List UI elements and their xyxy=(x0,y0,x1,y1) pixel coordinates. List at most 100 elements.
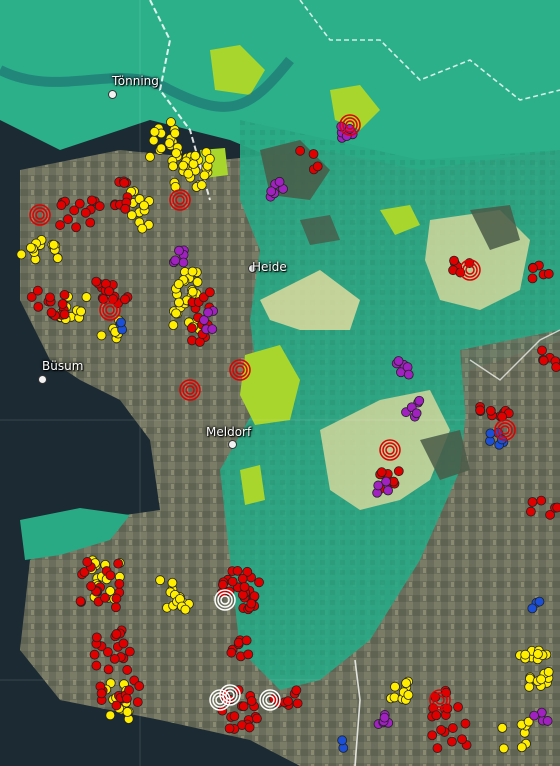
red-marker[interactable] xyxy=(45,292,55,303)
red-marker[interactable] xyxy=(80,207,91,218)
red-marker[interactable] xyxy=(120,294,130,305)
yellow-marker[interactable] xyxy=(52,253,63,264)
red-marker[interactable] xyxy=(132,697,143,708)
yellow-marker[interactable] xyxy=(190,150,201,161)
purple-marker[interactable] xyxy=(170,255,181,266)
yellow-marker[interactable] xyxy=(76,306,86,317)
map-view[interactable]: Tönning Heide Büsum Meldorf xyxy=(0,0,560,766)
red-marker[interactable] xyxy=(252,713,262,724)
red-marker[interactable] xyxy=(122,693,132,704)
red-marker[interactable] xyxy=(55,220,65,230)
yellow-marker[interactable] xyxy=(167,577,178,588)
yellow-marker[interactable] xyxy=(122,707,133,717)
red-marker[interactable] xyxy=(187,335,197,346)
red-marker[interactable] xyxy=(91,276,102,287)
red-marker[interactable] xyxy=(237,573,248,584)
yellow-marker[interactable] xyxy=(204,153,215,164)
yellow-marker[interactable] xyxy=(533,649,543,659)
red-marker[interactable] xyxy=(239,581,250,592)
yellow-marker[interactable] xyxy=(156,143,167,154)
red-marker[interactable] xyxy=(543,268,554,279)
red-marker[interactable] xyxy=(218,579,228,590)
red-marker[interactable] xyxy=(475,405,485,416)
red-marker[interactable] xyxy=(527,273,538,284)
red-marker[interactable] xyxy=(111,602,121,613)
blue-marker[interactable] xyxy=(116,317,126,328)
red-marker[interactable] xyxy=(232,566,243,576)
red-marker[interactable] xyxy=(59,309,70,320)
red-marker[interactable] xyxy=(100,592,110,603)
red-marker[interactable] xyxy=(312,161,323,172)
red-marker[interactable] xyxy=(227,576,238,587)
red-marker[interactable] xyxy=(393,466,404,477)
yellow-marker[interactable] xyxy=(520,649,531,660)
red-marker[interactable] xyxy=(118,638,129,649)
yellow-marker[interactable] xyxy=(188,159,199,169)
purple-marker[interactable] xyxy=(266,186,277,197)
red-marker[interactable] xyxy=(32,285,43,296)
yellow-marker[interactable] xyxy=(187,286,198,297)
red-ring-marker[interactable] xyxy=(32,207,48,223)
red-marker[interactable] xyxy=(120,203,131,214)
red-marker[interactable] xyxy=(453,702,463,712)
purple-marker[interactable] xyxy=(542,716,553,726)
red-marker[interactable] xyxy=(432,743,443,754)
red-marker[interactable] xyxy=(119,178,130,188)
red-marker[interactable] xyxy=(291,685,302,696)
yellow-marker[interactable] xyxy=(48,239,59,250)
blue-marker[interactable] xyxy=(527,603,538,614)
red-marker[interactable] xyxy=(538,355,549,366)
red-marker[interactable] xyxy=(105,570,116,581)
red-marker[interactable] xyxy=(238,701,249,712)
red-marker[interactable] xyxy=(204,287,215,298)
red-marker[interactable] xyxy=(59,289,70,300)
red-marker[interactable] xyxy=(536,495,547,506)
yellow-marker[interactable] xyxy=(137,223,148,234)
red-marker[interactable] xyxy=(114,578,125,589)
red-marker[interactable] xyxy=(33,301,44,312)
red-marker[interactable] xyxy=(109,653,120,664)
red-marker[interactable] xyxy=(56,200,67,211)
red-marker[interactable] xyxy=(186,323,197,333)
yellow-marker[interactable] xyxy=(196,180,207,191)
red-ring-marker[interactable] xyxy=(382,442,398,458)
purple-marker[interactable] xyxy=(379,712,390,723)
red-ring-marker[interactable] xyxy=(500,425,510,435)
yellow-marker[interactable] xyxy=(187,266,198,277)
red-marker[interactable] xyxy=(436,724,446,735)
red-marker[interactable] xyxy=(292,698,303,709)
red-marker[interactable] xyxy=(63,214,73,225)
yellow-marker[interactable] xyxy=(390,681,400,692)
red-marker[interactable] xyxy=(82,557,93,567)
red-marker[interactable] xyxy=(229,711,240,722)
yellow-marker[interactable] xyxy=(149,127,160,137)
red-marker[interactable] xyxy=(224,723,235,734)
purple-marker[interactable] xyxy=(393,356,404,366)
yellow-marker[interactable] xyxy=(401,678,411,689)
red-marker[interactable] xyxy=(308,149,319,159)
yellow-marker[interactable] xyxy=(516,742,527,753)
red-marker[interactable] xyxy=(427,730,438,741)
red-marker[interactable] xyxy=(104,286,114,297)
red-marker[interactable] xyxy=(527,497,538,507)
red-marker[interactable] xyxy=(243,649,254,660)
red-marker[interactable] xyxy=(69,205,80,216)
red-marker[interactable] xyxy=(89,649,100,660)
yellow-marker[interactable] xyxy=(524,681,535,692)
blue-marker[interactable] xyxy=(485,428,496,439)
red-marker[interactable] xyxy=(103,664,114,675)
purple-marker[interactable] xyxy=(383,485,393,496)
red-marker[interactable] xyxy=(91,632,102,643)
yellow-marker[interactable] xyxy=(173,279,184,290)
purple-marker[interactable] xyxy=(207,324,218,335)
red-marker[interactable] xyxy=(447,723,458,733)
red-marker[interactable] xyxy=(528,263,538,274)
red-marker[interactable] xyxy=(113,558,124,569)
red-marker[interactable] xyxy=(295,145,306,156)
red-marker[interactable] xyxy=(96,688,107,699)
red-marker[interactable] xyxy=(111,593,122,604)
yellow-marker[interactable] xyxy=(497,722,508,733)
yellow-marker[interactable] xyxy=(16,249,27,260)
red-marker[interactable] xyxy=(75,596,86,607)
red-marker[interactable] xyxy=(111,629,122,639)
